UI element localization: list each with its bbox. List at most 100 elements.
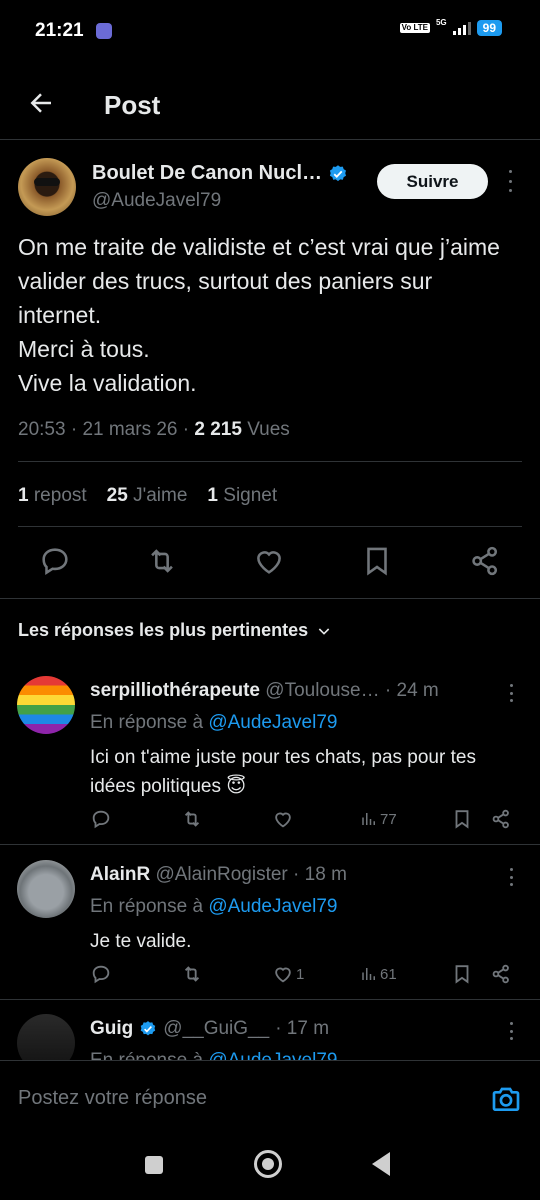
- reply-views-count: 77: [380, 810, 397, 828]
- status-bar: 21:21 Vo LTE 5G 99: [0, 0, 540, 60]
- volte-icon: Vo LTE: [399, 23, 430, 33]
- post-actions: [0, 544, 540, 584]
- page-title: Post: [104, 90, 161, 120]
- reposts-stat[interactable]: 1 repost: [18, 485, 87, 507]
- reply-author-handle[interactable]: @__GuiG__: [163, 1018, 269, 1040]
- reply-header: Guig @__GuiG__ · 17 m: [90, 1018, 329, 1040]
- bookmarks-count: 1: [207, 485, 218, 506]
- author-name[interactable]: Boulet De Canon Nucl…: [92, 162, 322, 185]
- likes-label: J'aime: [133, 485, 188, 506]
- divider: [18, 461, 522, 462]
- top-bar: Post: [0, 70, 540, 140]
- reply-actions: 1 61: [0, 961, 540, 991]
- reply-compose-bar[interactable]: Postez votre réponse: [0, 1060, 540, 1136]
- reply-avatar[interactable]: [17, 676, 75, 734]
- bookmarks-label: Signet: [223, 485, 278, 506]
- reposts-label: repost: [33, 485, 87, 506]
- reply-time: · 17 m: [275, 1018, 330, 1039]
- in-reply-prefix: En réponse à: [90, 1050, 203, 1060]
- verified-badge-icon: [141, 1021, 156, 1036]
- like-button[interactable]: 1: [272, 961, 304, 987]
- in-reply-to: En réponse à @AudeJavel79: [90, 1050, 337, 1060]
- verified-badge-icon: [329, 164, 347, 181]
- reply-more-options-icon[interactable]: [506, 868, 516, 886]
- signal-icon: [452, 21, 471, 35]
- author-name-row[interactable]: Boulet De Canon Nucl…: [92, 162, 348, 185]
- repost-icon[interactable]: [181, 961, 203, 987]
- author-handle[interactable]: @AudeJavel79: [92, 190, 221, 212]
- repost-icon[interactable]: [181, 806, 203, 832]
- bookmark-icon[interactable]: [360, 544, 394, 578]
- in-reply-to: En réponse à @AudeJavel79: [90, 896, 337, 918]
- reply-text: Ici on t'aime juste pour tes chats, pas …: [90, 747, 476, 797]
- views-chart-icon: [362, 813, 375, 825]
- repost-icon[interactable]: [145, 544, 179, 578]
- in-reply-prefix: En réponse à: [90, 896, 204, 917]
- post-time: 20:53: [18, 419, 66, 440]
- reply-text: Je te valide.: [90, 931, 192, 952]
- reply-author-handle[interactable]: @Toulouse…: [265, 680, 379, 701]
- in-reply-to: En réponse à @AudeJavel79: [90, 712, 337, 734]
- engagement-stats: 1 repost 25 J'aime 1 Signet: [18, 485, 277, 507]
- reply-input-placeholder[interactable]: Postez votre réponse: [18, 1087, 207, 1110]
- reply-header: serpilliothérapeute @Toulouse… · 24 m: [90, 680, 439, 702]
- views-button[interactable]: 61: [360, 961, 397, 987]
- share-icon[interactable]: [468, 544, 502, 578]
- views-chart-icon: [362, 968, 375, 980]
- bookmark-icon[interactable]: [451, 961, 473, 987]
- status-time: 21:21: [35, 20, 84, 41]
- reply-author-handle[interactable]: @AlainRogister: [155, 864, 287, 885]
- reply-icon[interactable]: [38, 544, 72, 578]
- reposts-count: 1: [18, 485, 29, 506]
- like-icon: [275, 967, 291, 983]
- more-options-icon[interactable]: [504, 170, 516, 192]
- battery-indicator: 99: [476, 20, 502, 36]
- like-icon[interactable]: [272, 806, 294, 832]
- post-text: On me traite de validiste et c’est vrai …: [18, 234, 500, 396]
- post-date: 21 mars 26: [82, 419, 178, 440]
- divider: [0, 598, 540, 599]
- reply-avatar[interactable]: [17, 860, 75, 918]
- reply-more-options-icon[interactable]: [506, 1022, 516, 1040]
- reply-time: · 24 m: [384, 680, 439, 701]
- reply-actions: 77: [0, 806, 540, 836]
- back-arrow-icon[interactable]: [26, 88, 56, 118]
- reply-more-options-icon[interactable]: [506, 684, 516, 702]
- post-meta: 20:53 · 21 mars 26 · 2 215 Vues: [18, 419, 290, 440]
- views-label: Vues: [247, 419, 290, 440]
- bookmark-icon[interactable]: [451, 806, 473, 832]
- views-count: 2 215: [194, 419, 242, 440]
- reply-avatar[interactable]: [17, 1014, 75, 1060]
- replies-sort-dropdown[interactable]: Les réponses les plus pertinentes: [18, 620, 332, 641]
- chevron-down-icon: [318, 627, 330, 635]
- likes-stat[interactable]: 25 J'aime: [107, 485, 188, 507]
- replies-sort-label: Les réponses les plus pertinentes: [18, 620, 309, 640]
- recents-button-icon[interactable]: [145, 1156, 163, 1174]
- author-avatar[interactable]: [18, 158, 76, 216]
- back-button-icon[interactable]: [372, 1152, 390, 1176]
- camera-icon[interactable]: [490, 1083, 522, 1115]
- divider: [0, 844, 540, 845]
- like-icon[interactable]: [252, 544, 286, 578]
- network-type: 5G: [435, 17, 447, 27]
- reply-author-name[interactable]: Guig: [90, 1018, 133, 1040]
- reply-item[interactable]: Guig @__GuiG__ · 17 m En réponse à @Aude…: [0, 1014, 540, 1060]
- reply-mention-link[interactable]: @AudeJavel79: [208, 1050, 337, 1060]
- reply-icon[interactable]: [90, 806, 112, 832]
- in-reply-prefix: En réponse à: [90, 712, 204, 733]
- reply-time: · 18 m: [293, 864, 347, 885]
- reply-header: AlainR @AlainRogister · 18 m: [90, 864, 347, 886]
- reply-icon[interactable]: [90, 961, 112, 987]
- views-button[interactable]: 77: [360, 806, 397, 832]
- reply-author-name[interactable]: serpilliothérapeute: [90, 680, 260, 701]
- reply-views-count: 61: [380, 965, 397, 983]
- reply-mention-link[interactable]: @AudeJavel79: [208, 896, 337, 917]
- share-icon[interactable]: [490, 806, 512, 832]
- share-icon[interactable]: [490, 961, 512, 987]
- bookmarks-stat[interactable]: 1 Signet: [207, 485, 277, 507]
- home-button-icon[interactable]: [254, 1150, 282, 1178]
- follow-button[interactable]: Suivre: [377, 164, 488, 199]
- reply-mention-link[interactable]: @AudeJavel79: [208, 712, 337, 733]
- reply-author-name[interactable]: AlainR: [90, 864, 150, 885]
- app-notification-icon: [96, 23, 112, 39]
